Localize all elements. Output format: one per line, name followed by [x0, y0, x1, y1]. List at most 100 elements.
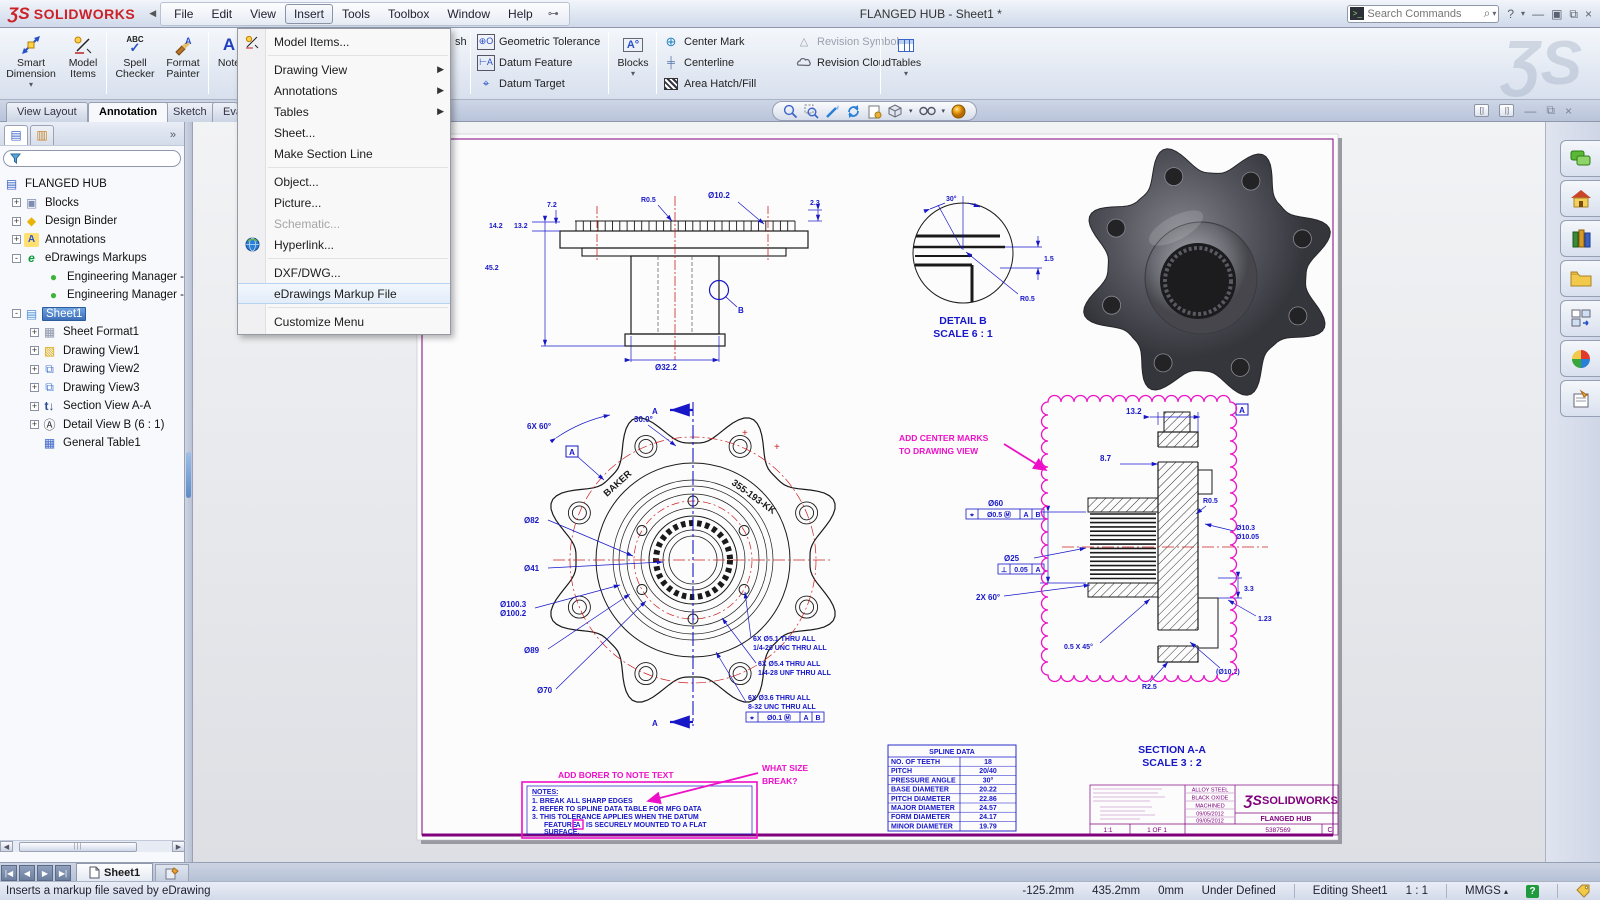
menu-item-object[interactable]: Object...: [238, 171, 450, 192]
search-dropdown-icon[interactable]: ▾: [1492, 9, 1496, 18]
expand-icon[interactable]: +: [12, 217, 21, 226]
menu-view[interactable]: View: [241, 4, 285, 24]
chevron-down-icon[interactable]: ▾: [29, 80, 33, 89]
area-hatch-button[interactable]: Area Hatch/Fill: [662, 73, 756, 94]
expand-icon[interactable]: +: [12, 198, 21, 207]
first-sheet-icon[interactable]: |◀: [1, 865, 17, 881]
restore-icon[interactable]: ▣: [1551, 8, 1562, 20]
menu-item-model-items[interactable]: Model Items...: [238, 31, 450, 52]
chevron-down-icon[interactable]: ▾: [909, 107, 913, 115]
menu-item-picture[interactable]: Picture...: [238, 192, 450, 213]
menu-item-annotations[interactable]: Annotations▶: [238, 80, 450, 101]
menu-window[interactable]: Window: [438, 4, 499, 24]
scroll-thumb[interactable]: |||: [19, 842, 137, 852]
expand-icon[interactable]: +: [30, 346, 39, 355]
cascade-icon[interactable]: ⧉: [1569, 8, 1578, 20]
blocks-button[interactable]: A° Blocks ▾: [612, 30, 654, 96]
menu-item-customize-menu[interactable]: Customize Menu: [238, 311, 450, 332]
menu-toolbox[interactable]: Toolbox: [379, 4, 438, 24]
quick-tips-icon[interactable]: ?: [1526, 885, 1539, 898]
search-scope-icon[interactable]: >_: [1350, 7, 1364, 20]
doc-minimize-icon[interactable]: —: [1524, 104, 1536, 118]
tree-item-general-table[interactable]: ▦ General Table1: [0, 434, 184, 453]
chevron-down-icon[interactable]: ▾: [631, 69, 635, 78]
units-selector[interactable]: MMGS ▴: [1465, 885, 1508, 897]
center-mark-button[interactable]: ⊕ Center Mark: [662, 31, 756, 52]
split-right-icon[interactable]: |]: [1499, 104, 1514, 117]
split-left-icon[interactable]: [|: [1474, 104, 1489, 117]
tree-item-annotations[interactable]: + A Annotations: [0, 231, 184, 250]
forum-button[interactable]: [1560, 140, 1600, 177]
sheet-properties-icon[interactable]: [867, 104, 882, 119]
tag-icon[interactable]: [1576, 884, 1590, 898]
expand-icon[interactable]: +: [12, 235, 21, 244]
centerline-button[interactable]: ╪ Centerline: [662, 52, 756, 73]
tree-item-edrawings-markups[interactable]: - e eDrawings Markups: [0, 249, 184, 268]
tree-horizontal-scrollbar[interactable]: ◀ ||| ▶: [0, 840, 185, 852]
smart-dimension-button[interactable]: Smart Dimension ▾: [6, 30, 56, 96]
search-input[interactable]: [1367, 8, 1483, 20]
format-painter-button[interactable]: A Format Painter: [158, 30, 208, 96]
render-ball-icon[interactable]: [951, 104, 966, 119]
expand-icon[interactable]: +: [30, 365, 39, 374]
expand-icon[interactable]: +: [30, 420, 39, 429]
menu-tools[interactable]: Tools: [333, 4, 379, 24]
next-sheet-icon[interactable]: ▶: [37, 865, 53, 881]
scroll-left-icon[interactable]: ◀: [0, 841, 13, 852]
revision-cloud-button[interactable]: Revision Cloud: [795, 52, 899, 73]
menu-file[interactable]: File: [165, 4, 202, 24]
chevron-down-icon[interactable]: ▾: [942, 107, 946, 115]
last-sheet-icon[interactable]: ▶|: [55, 865, 71, 881]
tree-item-sheet-format[interactable]: + ▦ Sheet Format1: [0, 323, 184, 342]
close-icon[interactable]: ×: [1585, 8, 1592, 20]
menu-item-dxf-dwg[interactable]: DXF/DWG...: [238, 262, 450, 283]
spell-checker-button[interactable]: ABC✓ Spell Checker: [110, 30, 160, 96]
menu-help[interactable]: Help: [499, 4, 542, 24]
zoom-area-icon[interactable]: [804, 104, 819, 119]
add-sheet-tab[interactable]: [155, 864, 189, 881]
expand-panel-icon[interactable]: »: [170, 129, 180, 141]
tab-view-layout[interactable]: View Layout: [6, 102, 88, 122]
panel-splitter[interactable]: [185, 122, 193, 862]
tree-item-design-binder[interactable]: + ◆ Design Binder: [0, 212, 184, 231]
collapse-icon[interactable]: -: [12, 254, 21, 263]
menu-item-edrawings-markup-file[interactable]: eDrawings Markup File: [238, 283, 450, 304]
geometric-tolerance-button[interactable]: ⊕O Geometric Tolerance: [477, 31, 600, 52]
prev-sheet-icon[interactable]: ◀: [19, 865, 35, 881]
minimize-icon[interactable]: —: [1532, 8, 1544, 20]
expand-icon[interactable]: +: [30, 328, 39, 337]
pin-icon[interactable]: ⊶: [548, 7, 559, 20]
search-commands-box[interactable]: >_ ⌕ ▾: [1347, 5, 1499, 23]
refresh-icon[interactable]: [846, 104, 861, 119]
collapse-icon[interactable]: -: [12, 309, 21, 318]
help-dropdown-icon[interactable]: ▾: [1521, 8, 1525, 20]
appearances-button[interactable]: [1560, 340, 1600, 377]
tree-item-drawing-view2[interactable]: + ⧉ Drawing View2: [0, 360, 184, 379]
revision-symbol-button[interactable]: △ Revision Symbol: [795, 31, 899, 52]
display-style-icon[interactable]: [888, 104, 903, 118]
sheet1-tab[interactable]: Sheet1: [76, 863, 153, 881]
expand-icon[interactable]: +: [30, 402, 39, 411]
tree-item-drawing-view1[interactable]: + ▧ Drawing View1: [0, 342, 184, 361]
tree-item-markup-1[interactable]: ● Engineering Manager -: [0, 268, 184, 287]
tree-item-detail-view[interactable]: + Ⓐ Detail View B (6 : 1): [0, 416, 184, 435]
datum-target-button[interactable]: ⌖ Datum Target: [477, 73, 600, 94]
scroll-right-icon[interactable]: ▶: [172, 841, 185, 852]
chevron-down-icon[interactable]: ▾: [904, 69, 908, 78]
menu-item-hyperlink[interactable]: Hyperlink...: [238, 234, 450, 255]
view-palette-button[interactable]: [1560, 300, 1600, 337]
tree-item-sheet1[interactable]: - ▤ Sheet1: [0, 305, 184, 324]
custom-properties-button[interactable]: [1560, 380, 1600, 417]
zoom-fit-icon[interactable]: [783, 104, 798, 119]
doc-restore-icon[interactable]: ⧉: [1546, 103, 1555, 118]
pen-markup-icon[interactable]: [825, 104, 840, 119]
expand-icon[interactable]: +: [30, 383, 39, 392]
tree-item-section-view[interactable]: + t↓ Section View A-A: [0, 397, 184, 416]
view-settings-icon[interactable]: [919, 106, 936, 116]
collapse-menu-icon[interactable]: ◀: [149, 8, 156, 19]
tree-item-blocks[interactable]: + ▣ Blocks: [0, 194, 184, 213]
design-library-button[interactable]: [1560, 220, 1600, 257]
tables-button[interactable]: Tables ▾: [885, 30, 927, 96]
file-explorer-button[interactable]: [1560, 260, 1600, 297]
feature-tree-tab[interactable]: ▤: [4, 125, 28, 145]
